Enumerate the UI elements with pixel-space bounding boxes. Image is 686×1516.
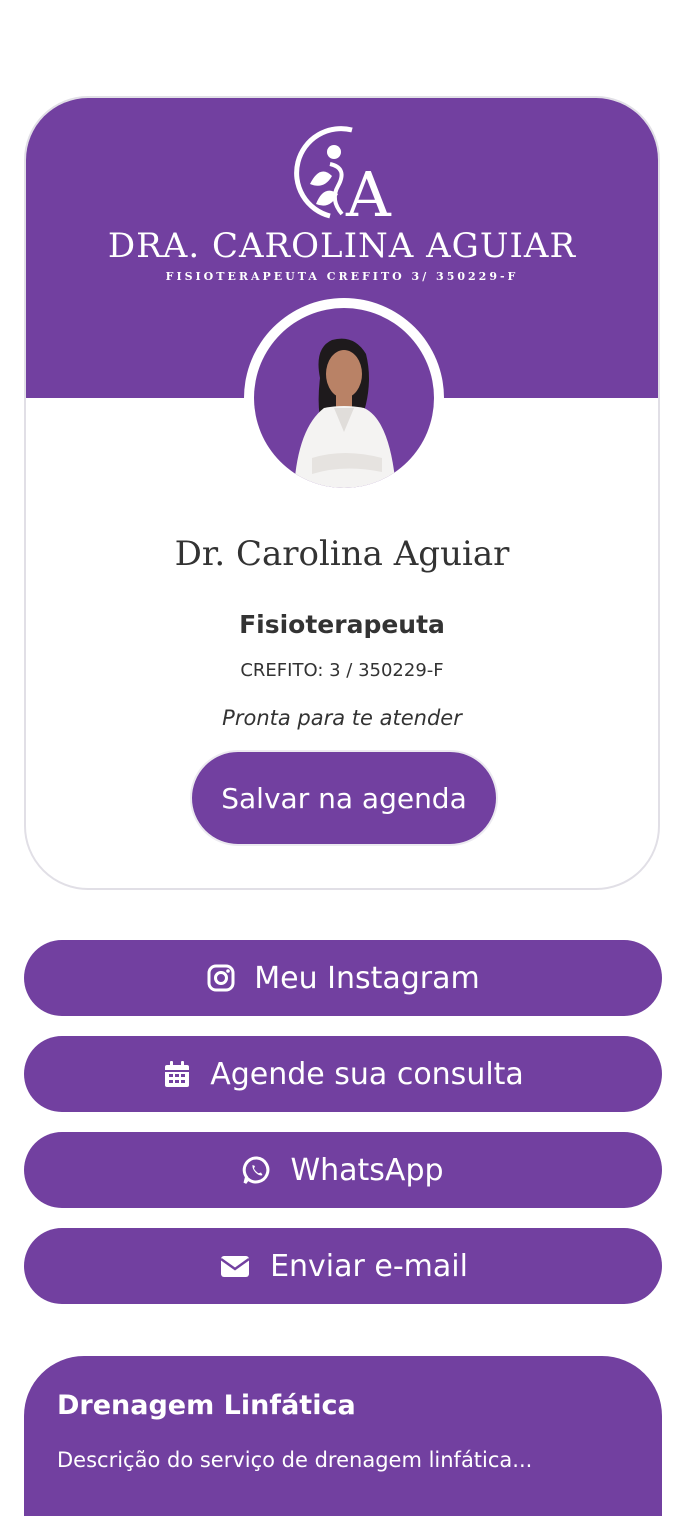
schedule-button[interactable]: Agende sua consulta — [24, 1036, 662, 1112]
service-description: Descrição do serviço de drenagem linfáti… — [57, 1448, 533, 1472]
avatar — [254, 308, 434, 488]
schedule-button-label: Agende sua consulta — [210, 1056, 524, 1092]
service-title: Drenagem Linfática — [57, 1390, 356, 1421]
envelope-icon — [220, 1256, 250, 1277]
profile-crefito: CREFITO: 3 / 350229-F — [240, 660, 444, 681]
whatsapp-button-label: WhatsApp — [290, 1152, 444, 1188]
whatsapp-icon — [243, 1156, 270, 1184]
logo-name: DRA. CAROLINA AGUIAR — [107, 226, 577, 266]
whatsapp-button[interactable]: WhatsApp — [24, 1132, 662, 1208]
save-contact-button[interactable]: Salvar na agenda — [190, 750, 498, 846]
svg-text:A: A — [345, 158, 392, 222]
profile-tagline: Pronta para te atender — [222, 706, 462, 730]
service-card: Drenagem Linfática Descrição do serviço … — [24, 1356, 662, 1516]
logo-subtitle: FISIOTERAPEUTA CREFITO 3/ 350229-F — [165, 270, 519, 283]
email-button[interactable]: Enviar e-mail — [24, 1228, 662, 1304]
instagram-icon — [207, 964, 235, 992]
profile-photo — [294, 338, 396, 488]
instagram-button[interactable]: Meu Instagram — [24, 940, 662, 1016]
instagram-button-label: Meu Instagram — [254, 960, 480, 996]
avatar-ring — [244, 298, 444, 498]
logo-icon: A — [294, 126, 392, 222]
email-button-label: Enviar e-mail — [270, 1248, 468, 1284]
calendar-icon — [165, 1061, 190, 1087]
profile-card: A DRA. CAROLINA AGUIAR FISIOTERAPEUTA CR… — [24, 96, 660, 890]
profile-name: Dr. Carolina Aguiar — [174, 534, 510, 574]
profile-role: Fisioterapeuta — [239, 610, 445, 639]
